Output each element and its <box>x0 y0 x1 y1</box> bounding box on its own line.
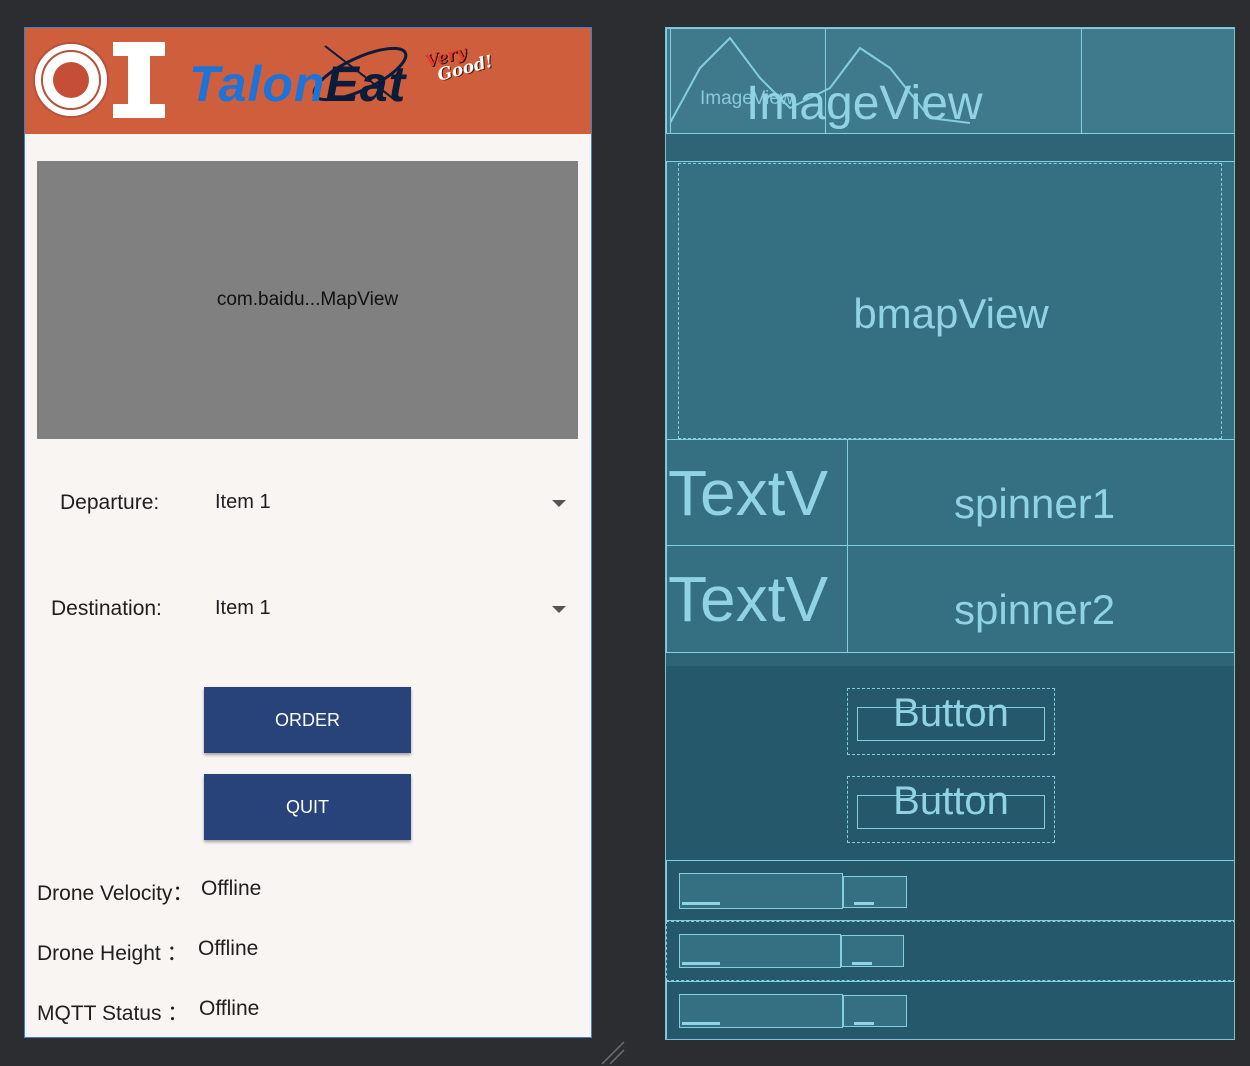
drone-velocity-label: Drone Velocity： <box>37 882 194 905</box>
destination-spinner-value: Item 1 <box>215 597 271 619</box>
drone-height-value: Offline <box>198 937 259 960</box>
drone-velocity-row: Drone Velocity： Offline <box>37 877 261 907</box>
departure-spinner-value: Item 1 <box>215 491 271 513</box>
app-header: TalonEat Very Good! <box>25 28 591 134</box>
destination-label: Destination: <box>51 597 162 620</box>
blueprint-status-value-2[interactable] <box>841 935 904 967</box>
design-preview: TalonEat Very Good! com.baidu...MapView … <box>24 27 592 1038</box>
drone-velocity-value: Offline <box>201 877 262 900</box>
quit-button[interactable]: QUIT <box>204 774 411 840</box>
blueprint-spinner-1-label: spinner1 <box>954 480 1116 527</box>
drone-height-label: Drone Height ： <box>37 942 188 965</box>
brand-logo-text: TalonEat <box>189 56 406 112</box>
destination-row: Destination: Item 1 <box>25 579 591 639</box>
map-view-label: com.baidu...MapView <box>216 289 399 310</box>
dropdown-arrow-icon <box>552 606 566 613</box>
blueprint-spinner-2-label: spinner2 <box>954 586 1116 633</box>
blueprint-view: ImageView ImageView bmapView TextV spinn… <box>665 27 1235 1040</box>
blueprint-textview-2-label: TextV <box>668 563 829 635</box>
blueprint-button-2[interactable]: Button <box>847 776 1055 843</box>
mqtt-status-row: MQTT Status ： Offline <box>37 997 259 1027</box>
blueprint-status-value-3[interactable] <box>843 995 907 1027</box>
blueprint-textview-1-label: TextV <box>668 457 829 529</box>
blueprint-mapview-label: bmapView <box>853 290 1049 337</box>
mqtt-status-value: Offline <box>199 997 260 1020</box>
blueprint-button-2-label: Button <box>893 779 1009 823</box>
map-view-placeholder[interactable]: com.baidu...MapView <box>37 161 578 439</box>
brand-name-part2: Eat <box>325 56 407 112</box>
blueprint-button-1-label: Button <box>893 691 1009 735</box>
resize-handle-icon[interactable] <box>600 1040 626 1066</box>
departure-label: Departure: <box>60 491 160 514</box>
blueprint-status-value-1[interactable] <box>843 876 907 908</box>
order-button[interactable]: ORDER <box>204 687 411 753</box>
dropdown-arrow-icon <box>552 500 566 507</box>
destination-spinner[interactable]: Item 1 <box>205 579 575 639</box>
blueprint-imageview-label: ImageView <box>746 77 983 130</box>
university-seal-logo <box>33 42 109 118</box>
departure-row: Departure: Item 1 <box>25 473 591 533</box>
brand-slogan: Very Good! <box>423 38 495 86</box>
drone-height-row: Drone Height ： Offline <box>37 937 258 967</box>
block-i-logo <box>113 42 173 118</box>
mqtt-status-label: MQTT Status ： <box>37 1002 189 1025</box>
departure-spinner[interactable]: Item 1 <box>205 473 575 533</box>
brand-name-part1: Talon <box>189 56 326 112</box>
blueprint-button-1[interactable]: Button <box>847 688 1055 755</box>
